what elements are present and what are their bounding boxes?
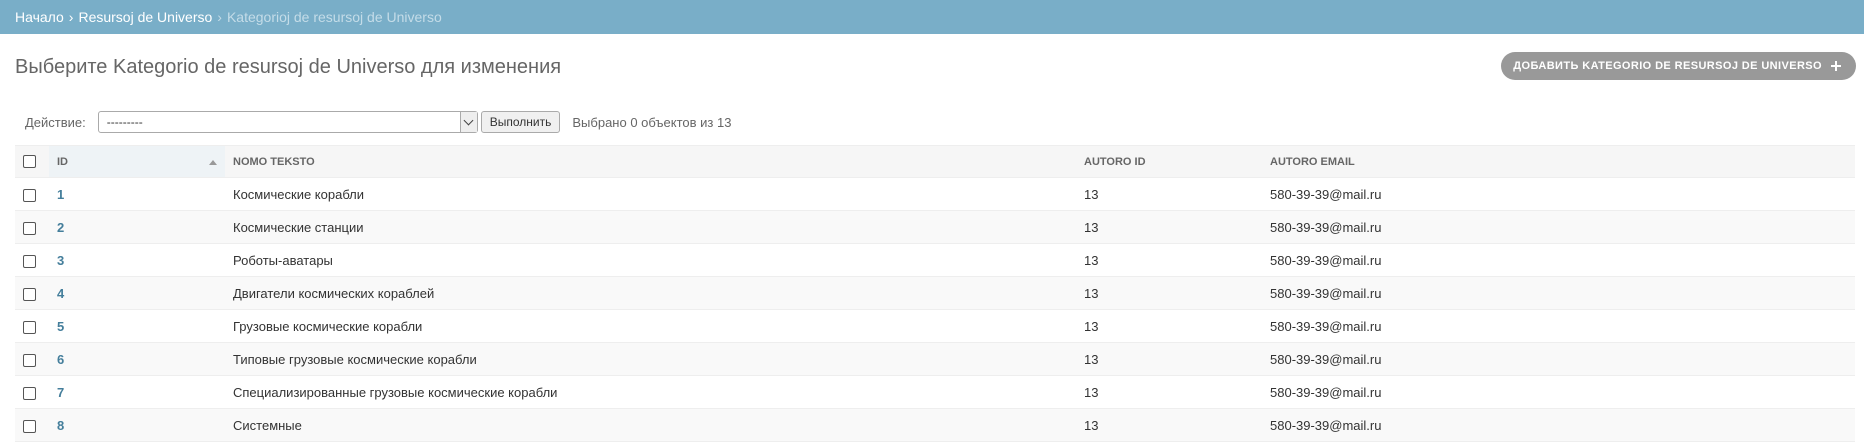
actions-bar: Действие: --------- Выполнить Выбрано 0 … — [0, 102, 1864, 142]
row-id-cell: 5 — [49, 309, 225, 343]
page-title: Выберите Kategorio de resursoj de Univer… — [15, 56, 562, 78]
breadcrumb: Начало › Resursoj de Universo › Kategori… — [0, 0, 1864, 34]
column-header-name[interactable]: Nomo teksto — [225, 145, 1076, 178]
row-id-link[interactable]: 3 — [57, 253, 64, 268]
breadcrumb-current: Kategorioj de resursoj de Universo — [226, 9, 442, 25]
chevron-down-icon — [463, 115, 474, 126]
row-author-id-cell: 13 — [1076, 309, 1262, 343]
table-row: 4 Двигатели космических кораблей 13 580-… — [15, 276, 1855, 310]
row-author-email-cell: 580-39-39@mail.ru — [1262, 408, 1855, 442]
row-checkbox-cell — [15, 276, 49, 310]
action-select-value: --------- — [106, 115, 143, 129]
row-id-link[interactable]: 2 — [57, 220, 64, 235]
row-checkbox[interactable] — [23, 419, 36, 433]
row-id-cell: 4 — [49, 276, 225, 310]
column-header-id-label: ID — [57, 155, 68, 168]
content-header: Выберите Kategorio de resursoj de Univer… — [0, 34, 1864, 102]
row-id-cell: 7 — [49, 375, 225, 409]
row-checkbox[interactable] — [23, 320, 36, 334]
table-header-row: ID Nomo teksto Autoro id Autoro email — [15, 145, 1855, 178]
select-all-checkbox[interactable] — [23, 155, 36, 168]
table-row: 6 Типовые грузовые космические корабли 1… — [15, 342, 1855, 376]
sort-ascending-icon[interactable] — [209, 159, 217, 165]
action-select-arrow[interactable] — [459, 112, 477, 132]
select-all-cell — [15, 145, 49, 178]
add-object-label: Добавить Kategorio de resursoj de Univer… — [1513, 60, 1822, 72]
row-checkbox[interactable] — [23, 386, 36, 400]
row-id-link[interactable]: 7 — [57, 385, 64, 400]
row-checkbox-cell — [15, 375, 49, 409]
row-id-link[interactable]: 5 — [57, 319, 64, 334]
row-name-cell: Типовые грузовые космические корабли — [225, 342, 1076, 376]
row-author-id-cell: 13 — [1076, 243, 1262, 277]
row-id-cell: 1 — [49, 177, 225, 211]
row-author-email-cell: 580-39-39@mail.ru — [1262, 276, 1855, 310]
row-checkbox[interactable] — [23, 188, 36, 202]
row-checkbox-cell — [15, 210, 49, 244]
row-checkbox[interactable] — [23, 353, 36, 367]
row-name-cell: Грузовые космические корабли — [225, 309, 1076, 343]
row-author-id-cell: 13 — [1076, 342, 1262, 376]
plus-icon — [1828, 58, 1844, 74]
table-row: 8 Системные 13 580-39-39@mail.ru — [15, 408, 1855, 442]
breadcrumb-home-link[interactable]: Начало — [15, 9, 64, 25]
row-name-cell: Системные — [225, 408, 1076, 442]
column-header-author-id[interactable]: Autoro id — [1076, 145, 1262, 178]
row-id-link[interactable]: 8 — [57, 418, 64, 433]
table-row: 2 Космические станции 13 580-39-39@mail.… — [15, 210, 1855, 244]
row-author-id-cell: 13 — [1076, 177, 1262, 211]
table-row: 3 Роботы-аватары 13 580-39-39@mail.ru — [15, 243, 1855, 277]
row-name-cell: Роботы-аватары — [225, 243, 1076, 277]
row-checkbox-cell — [15, 408, 49, 442]
table-row: 7 Специализированные грузовые космически… — [15, 375, 1855, 409]
row-author-email-cell: 580-39-39@mail.ru — [1262, 177, 1855, 211]
selected-count: Выбрано 0 объектов из 13 — [572, 114, 732, 130]
row-checkbox-cell — [15, 177, 49, 211]
row-name-cell: Двигатели космических кораблей — [225, 276, 1076, 310]
row-id-cell: 3 — [49, 243, 225, 277]
row-author-email-cell: 580-39-39@mail.ru — [1262, 210, 1855, 244]
row-checkbox-cell — [15, 309, 49, 343]
row-checkbox-cell — [15, 342, 49, 376]
results-table: ID Nomo teksto Autoro id Autoro email 1 … — [15, 145, 1855, 442]
action-select[interactable]: --------- — [97, 111, 478, 133]
row-author-email-cell: 580-39-39@mail.ru — [1262, 342, 1855, 376]
row-author-email-cell: 580-39-39@mail.ru — [1262, 243, 1855, 277]
row-author-id-cell: 13 — [1076, 210, 1262, 244]
row-author-email-cell: 580-39-39@mail.ru — [1262, 309, 1855, 343]
row-name-cell: Специализированные грузовые космические … — [225, 375, 1076, 409]
row-checkbox-cell — [15, 243, 49, 277]
row-checkbox[interactable] — [23, 254, 36, 268]
column-header-author-email[interactable]: Autoro email — [1262, 145, 1855, 178]
row-name-cell: Космические корабли — [225, 177, 1076, 211]
row-checkbox[interactable] — [23, 287, 36, 301]
breadcrumb-separator: › — [68, 9, 74, 25]
row-id-link[interactable]: 1 — [57, 187, 64, 202]
row-id-cell: 6 — [49, 342, 225, 376]
add-object-button[interactable]: Добавить Kategorio de resursoj de Univer… — [1501, 52, 1856, 80]
run-action-button[interactable]: Выполнить — [480, 111, 561, 133]
row-author-id-cell: 13 — [1076, 276, 1262, 310]
row-id-cell: 8 — [49, 408, 225, 442]
breadcrumb-app-link[interactable]: Resursoj de Universo — [78, 9, 212, 25]
row-name-cell: Космические станции — [225, 210, 1076, 244]
row-id-link[interactable]: 4 — [57, 286, 64, 301]
column-header-id[interactable]: ID — [49, 145, 225, 178]
row-author-id-cell: 13 — [1076, 408, 1262, 442]
row-author-id-cell: 13 — [1076, 375, 1262, 409]
action-label: Действие: — [25, 114, 86, 130]
table-row: 1 Космические корабли 13 580-39-39@mail.… — [15, 177, 1855, 211]
row-checkbox[interactable] — [23, 221, 36, 235]
row-author-email-cell: 580-39-39@mail.ru — [1262, 375, 1855, 409]
row-id-link[interactable]: 6 — [57, 352, 64, 367]
row-id-cell: 2 — [49, 210, 225, 244]
breadcrumb-separator: › — [217, 9, 222, 25]
table-row: 5 Грузовые космические корабли 13 580-39… — [15, 309, 1855, 343]
